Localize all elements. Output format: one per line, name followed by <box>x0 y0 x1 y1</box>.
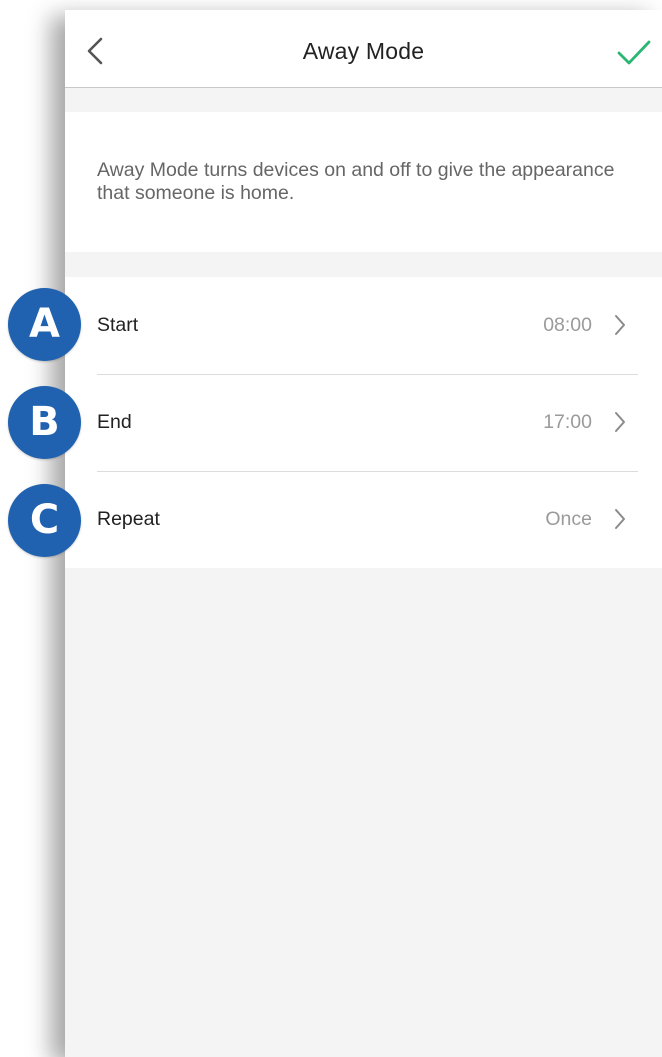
description-text: Away Mode turns devices on and off to gi… <box>97 159 615 204</box>
chevron-right-icon <box>615 315 625 335</box>
marker-c: C <box>8 484 81 557</box>
chevron-right-icon <box>615 509 625 529</box>
setting-value: 08:00 <box>543 314 592 336</box>
setting-row-end[interactable]: End 17:00 <box>65 374 662 471</box>
setting-row-start[interactable]: Start 08:00 <box>65 277 662 374</box>
marker-a: A <box>8 288 81 361</box>
setting-value: 17:00 <box>543 411 592 433</box>
setting-value: Once <box>545 508 592 530</box>
navigation-bar: Away Mode <box>65 10 662 88</box>
phone-screen: Away Mode Away Mode turns devices on and… <box>65 10 662 1057</box>
marker-b: B <box>8 386 81 459</box>
stage: Away Mode Away Mode turns devices on and… <box>0 0 662 1057</box>
settings-list: Start 08:00 End 17:00 Repeat Once <box>65 277 662 568</box>
setting-label: End <box>97 411 132 433</box>
description-card: Away Mode turns devices on and off to gi… <box>65 112 662 252</box>
setting-label: Start <box>97 314 139 336</box>
page-title: Away Mode <box>302 38 425 64</box>
checkmark-icon[interactable] <box>616 38 652 68</box>
setting-row-repeat[interactable]: Repeat Once <box>65 471 662 568</box>
chevron-right-icon <box>615 412 625 432</box>
setting-label: Repeat <box>97 508 160 530</box>
